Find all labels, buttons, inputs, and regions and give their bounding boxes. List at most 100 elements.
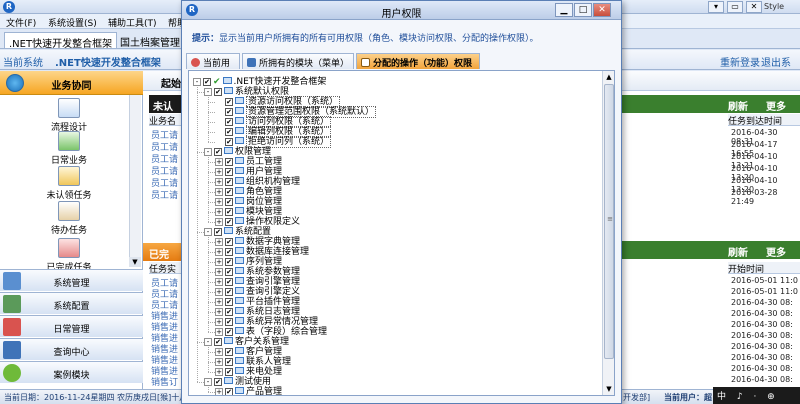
- nav-group-case-module[interactable]: 案例模块: [0, 361, 143, 383]
- dialog-maximize-button[interactable]: □: [574, 3, 592, 17]
- tree-leaf-node[interactable]: + ✔ 系统异常情况管理: [215, 317, 318, 327]
- table-row[interactable]: 2016-04-30 08:: [731, 375, 793, 384]
- collapse-icon[interactable]: -: [204, 228, 212, 236]
- expand-icon[interactable]: +: [215, 318, 223, 326]
- checkbox-checked-icon[interactable]: ✔: [225, 218, 233, 226]
- tree-leaf-node[interactable]: + ✔ 查询引擎定义: [215, 287, 300, 297]
- expand-icon[interactable]: +: [215, 158, 223, 166]
- checkbox-checked-icon[interactable]: ✔: [225, 278, 233, 286]
- tree-leaf-node[interactable]: + ✔ 数据字典管理: [215, 237, 300, 247]
- panel1-col-right[interactable]: 任务到达时间: [728, 114, 800, 127]
- tree-leaf-node[interactable]: + ✔ 来电处理: [215, 367, 282, 377]
- scroll-up-icon[interactable]: ▲: [603, 71, 614, 83]
- nav-item-daily-business[interactable]: 日常业务: [0, 131, 138, 166]
- menu-file[interactable]: 文件(F): [6, 16, 36, 29]
- expand-icon[interactable]: +: [215, 288, 223, 296]
- expand-icon[interactable]: +: [215, 168, 223, 176]
- scroll-thumb[interactable]: ≡: [604, 84, 614, 359]
- checkbox-checked-icon[interactable]: ✔: [225, 168, 233, 176]
- ime-toolbar[interactable]: 中 ♪ · ⊕: [713, 387, 800, 404]
- checkbox-checked-icon[interactable]: ✔: [225, 238, 233, 246]
- checkbox-checked-icon[interactable]: ✔: [225, 98, 233, 106]
- table-row[interactable]: 2016-04-30 08:: [731, 364, 793, 373]
- checkbox-checked-icon[interactable]: ✔: [214, 378, 222, 386]
- checkbox-checked-icon[interactable]: ✔: [225, 118, 233, 126]
- panel2-refresh-button[interactable]: 刷新: [728, 244, 748, 259]
- tab-assigned-permissions[interactable]: 分配的操作（功能）权限: [356, 53, 480, 69]
- expand-icon[interactable]: +: [215, 238, 223, 246]
- checkbox-checked-icon[interactable]: ✔: [225, 318, 233, 326]
- checkbox-checked-icon[interactable]: ✔: [225, 138, 233, 146]
- nav-group-system-manage[interactable]: 系统管理: [0, 269, 143, 291]
- nav-group-system-config[interactable]: 系统配置: [0, 292, 143, 314]
- nav-item-todo-task[interactable]: 待办任务: [0, 201, 138, 236]
- tree-leaf-node[interactable]: + ✔ 角色管理: [215, 187, 282, 197]
- expand-icon[interactable]: +: [215, 298, 223, 306]
- menu-tools[interactable]: 辅助工具(T): [108, 16, 157, 29]
- checkbox-checked-icon[interactable]: ✔: [225, 208, 233, 216]
- tree-leaf-node[interactable]: + ✔ 系统日志管理: [215, 307, 300, 317]
- table-row[interactable]: 2016-05-01 11:0: [731, 276, 798, 285]
- expand-icon[interactable]: +: [215, 258, 223, 266]
- tree-leaf-node[interactable]: + ✔ 组织机构管理: [215, 177, 300, 187]
- tree-group-node[interactable]: - ✔ 客户关系管理: [204, 337, 289, 347]
- style-menu[interactable]: Style: [764, 2, 784, 11]
- dialog-title-bar[interactable]: R 用户权限 ▁ □ ✕: [182, 1, 621, 20]
- panel2-col-left[interactable]: 任务实: [149, 262, 185, 275]
- tree-scrollbar[interactable]: ▲ ≡ ▼: [602, 71, 614, 395]
- tree-group-node[interactable]: - ✔ 系统配置: [204, 227, 271, 237]
- restore-button[interactable]: ▭: [727, 1, 743, 13]
- tree-leaf-node[interactable]: + ✔ 系统参数管理: [215, 267, 300, 277]
- checkbox-checked-icon[interactable]: ✔: [225, 178, 233, 186]
- tree-leaf-node[interactable]: + ✔ 客户管理: [215, 347, 282, 357]
- tree-leaf-node[interactable]: + ✔ 表（字段）综合管理: [215, 327, 327, 337]
- checkbox-checked-icon[interactable]: ✔: [225, 158, 233, 166]
- tree-group-node[interactable]: - ✔ 测试使用: [204, 377, 271, 387]
- dialog-minimize-button[interactable]: ▁: [555, 3, 573, 17]
- tree-leaf-node[interactable]: + ✔ 模块管理: [215, 207, 282, 217]
- collapse-icon[interactable]: -: [204, 378, 212, 386]
- tree-root-node[interactable]: - ✔ ✔ .NET快速开发整合框架: [193, 77, 326, 87]
- expand-icon[interactable]: +: [215, 278, 223, 286]
- table-row[interactable]: 销售订: [151, 375, 178, 388]
- collapse-icon[interactable]: -: [193, 78, 201, 86]
- nav-group-daily-manage[interactable]: 日常管理: [0, 315, 143, 337]
- nav-section-header[interactable]: 业务协同: [0, 71, 143, 95]
- minimize-button[interactable]: ▾: [708, 1, 724, 13]
- checkbox-checked-icon[interactable]: ✔: [225, 248, 233, 256]
- checkbox-checked-icon[interactable]: ✔: [225, 258, 233, 266]
- checkbox-checked-icon[interactable]: ✔: [225, 328, 233, 336]
- panel1-refresh-button[interactable]: 刷新: [728, 98, 748, 113]
- tree-leaf-node[interactable]: + ✔ 员工管理: [215, 157, 282, 167]
- collapse-icon[interactable]: -: [204, 148, 212, 156]
- tab-net-framework[interactable]: .NET快速开发整合框架: [4, 32, 118, 50]
- expand-icon[interactable]: +: [215, 208, 223, 216]
- collapse-icon[interactable]: -: [204, 338, 212, 346]
- nav-item-flow-design[interactable]: 流程设计: [0, 98, 138, 133]
- expand-icon[interactable]: +: [215, 358, 223, 366]
- table-row[interactable]: 2016-04-30 08:: [731, 320, 793, 329]
- expand-icon[interactable]: +: [215, 388, 223, 395]
- tree-leaf-node[interactable]: ✔ 拒绝访问列（系统）: [215, 136, 332, 148]
- tree-leaf-node[interactable]: + ✔ 平台插件管理: [215, 297, 300, 307]
- tree-leaf-node[interactable]: + ✔ 岗位管理: [215, 197, 282, 207]
- close-app-button[interactable]: ✕: [746, 1, 762, 13]
- checkbox-checked-icon[interactable]: ✔: [214, 228, 222, 236]
- table-row[interactable]: 2016-04-30 08:: [731, 353, 793, 362]
- expand-icon[interactable]: +: [215, 308, 223, 316]
- relogin-link[interactable]: 重新登录: [720, 54, 760, 69]
- table-row[interactable]: 2016-04-30 08:: [731, 298, 793, 307]
- checkbox-checked-icon[interactable]: ✔: [225, 108, 233, 116]
- expand-icon[interactable]: +: [215, 178, 223, 186]
- checkbox-checked-icon[interactable]: ✔: [225, 288, 233, 296]
- checkbox-checked-icon[interactable]: ✔: [225, 388, 233, 395]
- collapse-icon[interactable]: -: [204, 88, 212, 96]
- checkbox-checked-icon[interactable]: ✔: [225, 368, 233, 376]
- dialog-close-button[interactable]: ✕: [593, 3, 611, 17]
- checkbox-checked-icon[interactable]: ✔: [225, 358, 233, 366]
- checkbox-checked-icon[interactable]: ✔: [225, 308, 233, 316]
- menu-system-settings[interactable]: 系统设置(S): [48, 16, 97, 29]
- table-row[interactable]: 2016-04-30 08:: [731, 331, 793, 340]
- checkbox-checked-icon[interactable]: ✔: [214, 338, 222, 346]
- tree-leaf-node[interactable]: + ✔ 联系人管理: [215, 357, 291, 367]
